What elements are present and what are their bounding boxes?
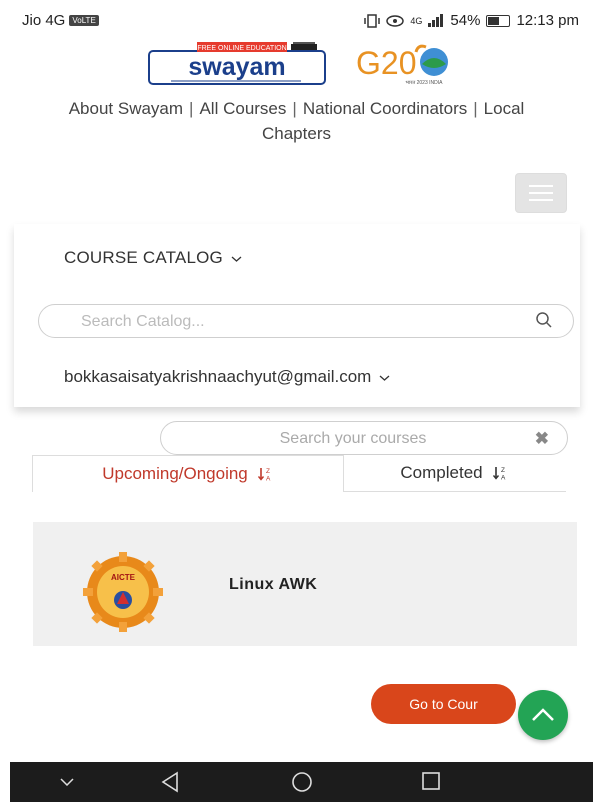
user-account-dropdown[interactable]: bokkasaisatyakrishnaachyut@gmail.com <box>64 367 390 387</box>
status-right: 4G 54% 12:13 pm <box>364 12 579 29</box>
course-catalog-dropdown[interactable]: COURSE CATALOG <box>64 248 242 268</box>
hamburger-icon-line <box>529 199 553 201</box>
course-title[interactable]: Linux AWK <box>229 576 317 594</box>
scroll-to-top-button[interactable] <box>518 690 568 740</box>
aicte-logo-text: AICTE <box>111 573 136 582</box>
sort-alpha-icon[interactable]: ZA <box>257 466 274 483</box>
hamburger-icon <box>529 185 553 187</box>
nav-all-courses[interactable]: All Courses <box>199 99 286 118</box>
battery-percent: 54% <box>450 12 481 29</box>
course-card: AICTE Linux AWK Go to Cour <box>33 522 577 762</box>
clock: 12:13 pm <box>516 12 579 29</box>
nav-about-swayam[interactable]: About Swayam <box>69 99 183 118</box>
chevron-up-icon <box>532 708 554 721</box>
svg-text:Z: Z <box>501 467 505 474</box>
svg-text:A: A <box>501 475 506 482</box>
tab-upcoming-ongoing[interactable]: Upcoming/Ongoing ZA <box>32 455 344 492</box>
nav-separator: | <box>292 99 297 118</box>
user-email: bokkasaisatyakrishnaachyut@gmail.com <box>64 367 372 386</box>
search-courses-input[interactable] <box>201 429 505 449</box>
search-courses-box: ✖ <box>160 421 568 455</box>
aicte-logo: AICTE <box>83 552 163 632</box>
g20-tagline: भारत 2023 INDIA <box>406 80 444 86</box>
course-catalog-label: COURSE CATALOG <box>64 248 223 267</box>
g20-logo: G20 भारत 2023 INDIA <box>356 44 448 86</box>
status-bar: Jio 4G VoLTE 4G 54% 12:13 pm <box>0 0 593 40</box>
home-icon[interactable] <box>291 771 313 793</box>
volte-badge: VoLTE <box>69 15 99 26</box>
battery-icon <box>486 14 511 27</box>
svg-text:Z: Z <box>266 468 270 475</box>
course-tabs: Upcoming/Ongoing ZA Completed ZA <box>32 455 566 492</box>
carrier-label: Jio 4G <box>22 12 66 29</box>
svg-text:A: A <box>266 476 271 483</box>
status-left: Jio 4G VoLTE <box>22 12 99 29</box>
nav-separator: | <box>473 99 478 118</box>
clear-search-icon[interactable]: ✖ <box>535 429 549 449</box>
swayam-wordmark: swayam <box>188 53 285 81</box>
tab-completed[interactable]: Completed ZA <box>343 455 566 492</box>
search-catalog-input[interactable] <box>79 312 503 332</box>
search-icon[interactable] <box>535 311 553 329</box>
g20-wordmark: G20 <box>356 45 416 81</box>
swayam-tagline: FREE ONLINE EDUCATION <box>197 45 286 52</box>
top-nav: About Swayam | All Courses | National Coordi… <box>60 96 533 146</box>
system-nav-bar <box>10 762 593 802</box>
nav-separator: | <box>189 99 194 118</box>
tab-label: Upcoming/Ongoing <box>102 464 248 483</box>
vibrate-icon <box>364 13 381 28</box>
hamburger-icon-line <box>529 192 553 194</box>
chevron-down-icon[interactable] <box>60 778 74 786</box>
search-catalog-box <box>38 304 574 338</box>
recents-icon[interactable] <box>421 771 441 791</box>
network-type-label: 4G <box>410 15 423 26</box>
eye-icon <box>386 14 405 27</box>
signal-icon <box>428 14 444 27</box>
tab-label: Completed <box>400 463 483 482</box>
swayam-logo[interactable]: FREE ONLINE EDUCATION swayam <box>141 42 333 86</box>
sort-alpha-icon[interactable]: ZA <box>492 465 509 482</box>
back-icon[interactable] <box>160 771 180 793</box>
go-to-course-button[interactable]: Go to Cour <box>371 684 516 724</box>
menu-toggle-button[interactable] <box>515 173 567 213</box>
chevron-down-icon <box>379 375 390 381</box>
catalog-dropdown-panel: COURSE CATALOG bokkasaisatyakrishnaachyu… <box>14 224 580 407</box>
chevron-down-icon <box>231 256 242 262</box>
header-logos: FREE ONLINE EDUCATION swayam G20 भारत 20… <box>0 36 593 91</box>
nav-national-coordinators[interactable]: National Coordinators <box>303 99 467 118</box>
